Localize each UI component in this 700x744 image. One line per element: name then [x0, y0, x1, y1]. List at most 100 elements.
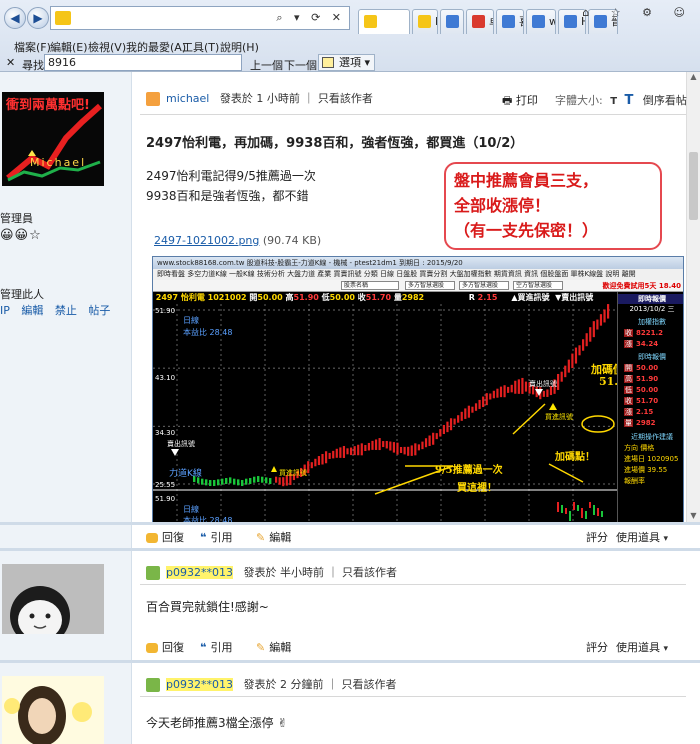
- scroll-up-icon[interactable]: ▲: [687, 72, 700, 85]
- candle-red: [321, 453, 324, 465]
- close-find-icon[interactable]: ✕: [6, 56, 15, 69]
- reply2-meta[interactable]: 發表於 2 分鐘前 ｜ 只看該作者: [243, 678, 396, 691]
- address-bar[interactable]: ⌕ ▾ ⟳ ✕: [50, 6, 350, 30]
- scroll-thumb[interactable]: [689, 152, 698, 220]
- find-options-button[interactable]: 選項 ▾: [318, 54, 376, 71]
- reply-button[interactable]: 回復: [146, 529, 184, 545]
- candle-red: [328, 452, 331, 459]
- browser-tab[interactable]: [358, 9, 410, 34]
- reply2-text: 今天老師推薦3檔全漲停 ✌: [146, 716, 288, 730]
- menu-help[interactable]: 說明(H): [220, 39, 259, 55]
- back-button-icon[interactable]: ◀: [4, 7, 26, 29]
- annotation-add-point: 加碼點！: [555, 452, 595, 463]
- chart-low-label: 低: [321, 293, 330, 302]
- edit-button[interactable]: ✎ 編輯: [256, 639, 291, 655]
- candle-red: [557, 373, 560, 390]
- attachment-link[interactable]: 2497-1021002.png: [154, 234, 259, 247]
- candle-red: [282, 477, 285, 487]
- find-next-button[interactable]: 下一個: [284, 57, 317, 73]
- callout-line-3: （有一支先保密！）: [454, 221, 599, 240]
- rate-button[interactable]: 評分: [586, 529, 608, 545]
- menu-tools[interactable]: 工具(T): [182, 39, 219, 55]
- author-avatar[interactable]: 衝到兩萬點吧! Michael: [2, 92, 104, 186]
- candle-red: [457, 415, 460, 423]
- browser-chrome: ◀ ▶ ⌕ ▾ ⟳ ✕ D...B...卓喜...w...H...晉... ⌂ …: [0, 0, 700, 72]
- rp-quote-row: 收 51.70: [624, 396, 683, 406]
- stock-chart-image[interactable]: www.stock88168.com.tw 股道科技-股霸王-力道K線 - 機械…: [152, 256, 684, 524]
- candle-green: [205, 479, 208, 486]
- sub-panel-bar: [569, 511, 571, 521]
- browser-tab[interactable]: D...: [412, 9, 438, 34]
- forward-button-icon[interactable]: ▶: [27, 7, 49, 29]
- candle-red: [546, 389, 549, 397]
- reply-icon: [146, 533, 158, 543]
- reply-button[interactable]: 回復: [146, 639, 184, 655]
- menu-edit[interactable]: 編輯(E): [50, 39, 88, 55]
- manage-ban-link[interactable]: 禁止: [55, 304, 77, 317]
- reply2-avatar[interactable]: [2, 676, 104, 744]
- reply1-meta[interactable]: 發表於 半小時前 ｜ 只看該作者: [243, 566, 397, 579]
- browser-tab[interactable]: 卓: [466, 9, 494, 34]
- rate-button[interactable]: 評分: [586, 639, 608, 655]
- quote-button[interactable]: ❝ 引用: [200, 639, 232, 655]
- manage-posts-link[interactable]: 帖子: [88, 304, 110, 317]
- candle-red: [435, 433, 438, 440]
- manage-edit-link[interactable]: 編輯: [21, 304, 43, 317]
- manage-links: IP 編輯 禁止 帖子: [0, 302, 118, 318]
- font-big-button[interactable]: T: [625, 93, 634, 108]
- reply1-author[interactable]: p0932**013: [166, 566, 233, 579]
- rp-quote-value: 51.70: [636, 397, 659, 405]
- browser-tab[interactable]: 喜...: [496, 9, 524, 34]
- candle-red: [607, 304, 610, 319]
- candle-red: [471, 406, 474, 413]
- page-scrollbar[interactable]: ▲ ▼: [686, 72, 700, 524]
- use-tool-button[interactable]: 使用道具 ▾: [616, 529, 668, 545]
- candle-red: [599, 314, 603, 326]
- tab-label: 喜...: [519, 15, 523, 28]
- find-prev-button[interactable]: 上一個: [250, 57, 283, 73]
- candle-red: [589, 327, 592, 342]
- manage-user-label: 管理此人: [0, 288, 44, 301]
- manage-ip-link[interactable]: IP: [0, 304, 10, 317]
- candle-green: [237, 479, 240, 486]
- edit-button[interactable]: ✎ 編輯: [256, 529, 291, 545]
- rp-quote-value: 50.00: [636, 386, 659, 394]
- post-author[interactable]: michael: [166, 92, 209, 105]
- address-controls-icon[interactable]: ⌕ ▾ ⟳ ✕: [276, 7, 345, 29]
- reply1-avatar[interactable]: [2, 564, 104, 634]
- tab-favicon-icon: [472, 15, 485, 28]
- candle-red: [446, 421, 449, 433]
- window-controls-icon[interactable]: ⌂ ☆ ⚙ ☺: [582, 6, 694, 19]
- rp-quote-row: 低 50.00: [624, 385, 683, 395]
- sub-panel-bar: [573, 502, 575, 510]
- find-input[interactable]: 8916: [44, 54, 242, 71]
- quote-button[interactable]: ❝ 引用: [200, 529, 232, 545]
- reply2-author[interactable]: p0932**013: [166, 678, 233, 691]
- font-small-button[interactable]: T: [610, 96, 617, 107]
- print-button[interactable]: 🖶 打印: [502, 92, 538, 111]
- rp-quote-label: 開: [624, 364, 633, 372]
- buy-signal-label-1: 買進訊號: [279, 468, 307, 477]
- candle-green: [265, 477, 268, 484]
- menu-favorites[interactable]: 我的最愛(A): [126, 39, 186, 55]
- post-meta[interactable]: 發表於 1 小時前 ｜ 只看該作者: [220, 92, 373, 105]
- candle-red: [367, 442, 371, 451]
- candle-green: [213, 480, 216, 487]
- candle-green: [261, 476, 264, 483]
- rp-quote-title: 即時報價: [638, 353, 666, 361]
- browser-tab[interactable]: w...: [526, 9, 556, 34]
- menu-file[interactable]: 檔案(F): [14, 39, 51, 55]
- reverse-order-link[interactable]: 倒序看帖: [643, 94, 687, 107]
- chart-menu: 即時看盤 多空力道K線 一般K線 技術分析 大盤力道 產業 買賣訊號 分類 日線…: [153, 269, 683, 280]
- candle-red: [578, 345, 581, 356]
- axis-label-low: 25.55: [155, 481, 175, 489]
- use-tool-button[interactable]: 使用道具 ▾: [616, 639, 668, 655]
- candle-red: [342, 445, 346, 458]
- candle-green: [221, 478, 224, 485]
- candle-red: [485, 393, 488, 406]
- browser-tab[interactable]: B...: [440, 9, 464, 34]
- candle-red: [524, 381, 528, 392]
- post-header: michael 發表於 1 小時前 ｜ 只看該作者: [146, 90, 373, 106]
- menu-view[interactable]: 檢視(V): [88, 39, 126, 55]
- chart-high-label: 高: [285, 293, 294, 302]
